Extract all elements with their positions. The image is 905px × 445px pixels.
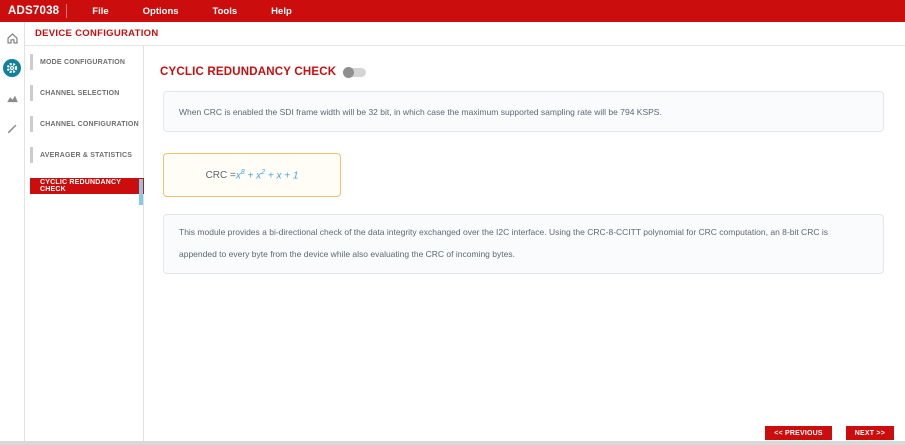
- top-menu-bar: ADS7038 File Options Tools Help: [0, 0, 905, 22]
- config-nav: MODE CONFIGURATION CHANNEL SELECTION CHA…: [25, 46, 144, 445]
- nav-item-mode-configuration[interactable]: MODE CONFIGURATION: [30, 54, 141, 70]
- page-title: CYCLIC REDUNDANCY CHECK: [160, 66, 337, 78]
- nav-item-channel-selection[interactable]: CHANNEL SELECTION: [30, 85, 141, 101]
- settings-gear-icon[interactable]: [3, 59, 21, 77]
- crc-description-note: This module provides a bi-directional ch…: [163, 214, 884, 274]
- crc-info-note: When CRC is enabled the SDI frame width …: [163, 91, 884, 132]
- analytics-chart-icon[interactable]: [3, 89, 21, 107]
- menu-file[interactable]: File: [75, 6, 125, 17]
- icon-rail: [0, 22, 25, 445]
- wizard-navigation: << PREVIOUS NEXT >>: [765, 426, 894, 440]
- menu-help[interactable]: Help: [254, 6, 309, 17]
- crc-polynomial: x8 + x2 + x + 1: [235, 168, 299, 182]
- nav-scrollbar-thumb[interactable]: [139, 179, 143, 205]
- crc-enable-toggle[interactable]: [343, 66, 367, 78]
- app-window: ADS7038 File Options Tools Help DEVICE C…: [0, 0, 905, 445]
- nav-item-cyclic-redundancy-check[interactable]: CYCLIC REDUNDANCY CHECK: [30, 178, 144, 194]
- edit-pencil-icon[interactable]: [3, 119, 21, 137]
- crc-formula-prefix: CRC =: [205, 169, 236, 181]
- crc-content: CYCLIC REDUNDANCY CHECK When CRC is enab…: [144, 46, 905, 445]
- toggle-knob: [343, 66, 355, 78]
- panel-title: DEVICE CONFIGURATION: [35, 28, 159, 39]
- app-title: ADS7038: [8, 5, 60, 17]
- panel-header: DEVICE CONFIGURATION: [25, 22, 905, 46]
- menu-options[interactable]: Options: [126, 6, 196, 17]
- crc-info-note-text: When CRC is enabled the SDI frame width …: [179, 106, 662, 117]
- crc-description-text: This module provides a bi-directional ch…: [179, 227, 828, 259]
- horizontal-scrollbar[interactable]: [0, 441, 905, 445]
- device-configuration-panel: DEVICE CONFIGURATION MODE CONFIGURATION …: [25, 22, 905, 445]
- crc-formula-box: CRC = x8 + x2 + x + 1: [163, 153, 341, 197]
- nav-item-averager-statistics[interactable]: AVERAGER & STATISTICS: [30, 147, 141, 163]
- next-button[interactable]: NEXT >>: [845, 426, 894, 440]
- nav-item-channel-configuration[interactable]: CHANNEL CONFIGURATION: [30, 116, 141, 132]
- menu-tools[interactable]: Tools: [196, 6, 255, 17]
- brand-divider: [66, 4, 68, 18]
- previous-button[interactable]: << PREVIOUS: [765, 426, 832, 440]
- home-icon[interactable]: [3, 29, 21, 47]
